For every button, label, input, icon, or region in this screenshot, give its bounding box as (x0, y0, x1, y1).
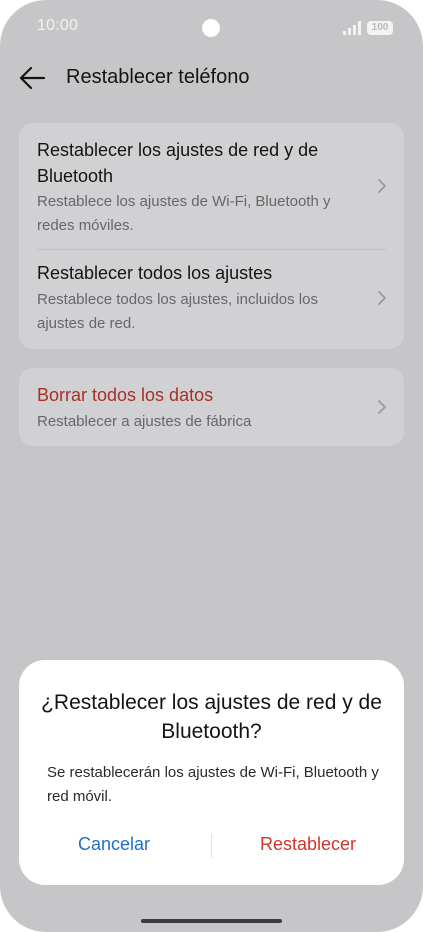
reset-all-settings-option[interactable]: Restablecer todos los ajustes Restablece… (19, 250, 404, 349)
reset-options-card: Restablecer los ajustes de red y de Blue… (19, 123, 404, 349)
dialog-title: ¿Restablecer los ajustes de red y de Blu… (41, 691, 382, 743)
home-indicator[interactable] (141, 919, 282, 923)
phone-screen: 10:00 100 Restablecer teléfono Restablec… (0, 0, 423, 932)
front-camera (202, 19, 220, 37)
chevron-right-icon (378, 179, 386, 193)
button-divider (211, 834, 212, 858)
option-title: Restablecer todos los ajustes (37, 263, 273, 283)
battery-icon: 100 (367, 21, 393, 35)
signal-bars-icon (343, 21, 361, 35)
confirm-dialog: ¿Restablecer los ajustes de red y de Blu… (19, 660, 404, 885)
erase-all-data-option[interactable]: Borrar todos los datos Restablecer a aju… (19, 368, 404, 446)
battery-level: 100 (371, 22, 389, 33)
erase-data-card: Borrar todos los datos Restablecer a aju… (19, 368, 404, 446)
cancel-button[interactable]: Cancelar (24, 832, 204, 856)
status-time: 10:00 (37, 17, 79, 34)
page-title: Restablecer teléfono (66, 66, 250, 88)
option-subtitle: Restablece todos los ajustes, incluidos … (37, 291, 318, 332)
status-bar: 10:00 100 (0, 0, 423, 56)
chevron-right-icon (378, 291, 386, 305)
option-subtitle: Restablece los ajustes de Wi-Fi, Bluetoo… (37, 193, 331, 234)
option-title: Borrar todos los datos (37, 385, 214, 405)
option-subtitle: Restablecer a ajustes de fábrica (37, 413, 252, 430)
reset-network-option[interactable]: Restablecer los ajustes de red y de Blue… (19, 123, 404, 249)
arrow-left-icon[interactable] (18, 64, 46, 92)
confirm-reset-button[interactable]: Restablecer (218, 832, 398, 856)
chevron-right-icon (378, 400, 386, 414)
app-bar: Restablecer teléfono (0, 58, 423, 98)
option-title: Restablecer los ajustes de red y de Blue… (37, 140, 319, 186)
dialog-message: Se restablecerán los ajustes de Wi-Fi, B… (47, 764, 379, 805)
